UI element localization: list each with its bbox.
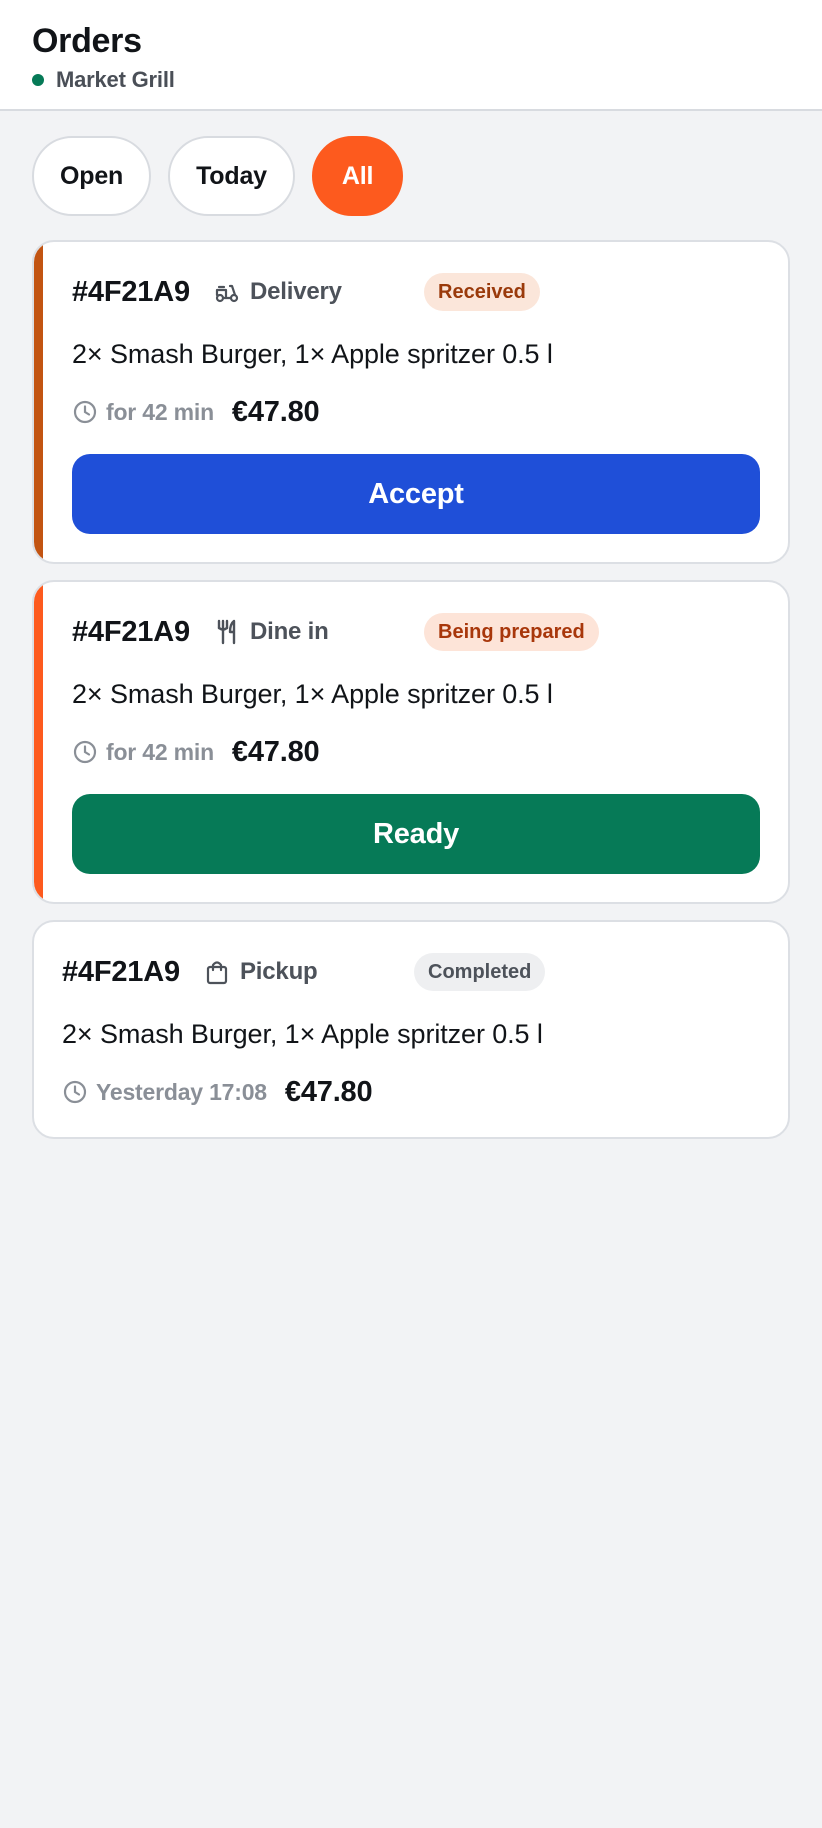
order-time: Yesterday 17:08 [96,1078,267,1105]
order-card[interactable]: #4F21A9 Pickup Completed 2× Smash Burger… [32,920,790,1139]
order-items: 2× Smash Burger, 1× Apple spritzer 0.5 l [62,1019,543,1049]
clock-icon [73,740,97,764]
filter-today[interactable]: Today [168,136,295,216]
filter-all[interactable]: All [311,136,404,216]
order-type: Dine in [214,612,329,652]
ready-button[interactable]: Ready [72,794,760,874]
order-items: 2× Smash Burger, 1× Apple spritzer 0.5 l [72,339,553,369]
order-id: #4F21A9 [72,276,190,308]
clock-icon [63,1080,87,1104]
online-status-dot [32,74,44,86]
order-time: for 42 min [106,738,214,765]
filter-bar: Open Today All [32,136,404,216]
order-type-label: Delivery [250,278,342,305]
order-card[interactable]: #4F21A9 Dine in Being prepared 2× Smash … [32,580,790,904]
restaurant-name: Market Grill [56,67,175,92]
order-type-label: Dine in [250,618,329,645]
accept-button[interactable]: Accept [72,454,760,534]
app-header: Orders Market Grill [0,0,822,111]
order-items: 2× Smash Burger, 1× Apple spritzer 0.5 l [72,679,553,709]
status-stripe [34,242,43,562]
order-card[interactable]: #4F21A9 Delivery Received 2× Smash Burge… [32,240,790,564]
clock-icon [73,400,97,424]
order-total: €47.80 [284,1075,373,1108]
order-time: for 42 min [106,398,214,425]
scooter-icon [215,284,239,303]
status-badge: Completed [414,953,546,991]
order-id: #4F21A9 [72,616,190,648]
fork-knife-icon [217,619,236,645]
status-stripe [34,582,43,902]
order-type-label: Pickup [240,958,318,985]
order-total: €47.80 [231,395,320,428]
order-type: Pickup [204,952,318,992]
shopping-bag-icon [206,961,228,985]
order-total: €47.80 [231,735,320,768]
order-type: Delivery [214,272,342,312]
status-badge: Received [424,273,540,311]
order-id: #4F21A9 [62,956,180,988]
restaurant-status: Market Grill [32,67,175,93]
filter-open[interactable]: Open [32,136,152,216]
page-title: Orders [32,22,142,60]
status-badge: Being prepared [424,613,599,651]
